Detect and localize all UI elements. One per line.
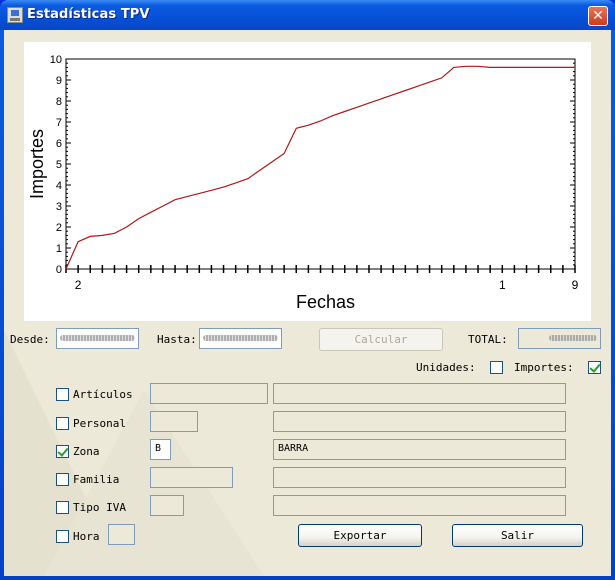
x-tick-label: 9 <box>572 278 579 292</box>
y-tick-label: 4 <box>56 180 62 192</box>
importes-checkbox[interactable] <box>588 361 601 374</box>
hora-checkbox[interactable] <box>56 530 69 543</box>
articulos-checkbox[interactable] <box>56 388 69 401</box>
close-icon: ✕ <box>592 8 604 24</box>
y-axis-label: Importes <box>27 129 47 199</box>
y-tick-label: 1 <box>56 243 62 255</box>
hora-label: Hora <box>73 530 100 543</box>
y-tick-label: 5 <box>56 159 62 171</box>
familia-checkbox[interactable] <box>56 473 69 486</box>
main-window: Estadísticas TPV ✕ 0 1 2 3 4 5 6 7 8 9 10 2 1 9 Fechas… <box>0 0 615 580</box>
total-label: TOTAL: <box>468 333 508 346</box>
window-title: Estadísticas TPV <box>27 7 150 22</box>
tipo-iva-code-field[interactable] <box>150 495 184 516</box>
y-tick-label: 10 <box>50 54 62 66</box>
x-axis-label: Fechas <box>296 292 355 312</box>
close-button[interactable]: ✕ <box>588 6 608 26</box>
app-icon <box>7 7 23 23</box>
y-tick-label: 7 <box>56 117 62 129</box>
client-area: 0 1 2 3 4 5 6 7 8 9 10 2 1 9 Fechas Importes Desde: Has… <box>4 30 611 576</box>
hora-field[interactable] <box>108 524 135 545</box>
y-tick-label: 0 <box>56 264 62 276</box>
redacted-value <box>203 335 278 341</box>
zona-code-field[interactable]: B <box>150 439 171 460</box>
familia-desc-field <box>273 467 566 488</box>
zona-desc-field: BARRA <box>273 439 566 460</box>
zona-checkbox[interactable] <box>56 445 69 458</box>
familia-label: Familia <box>73 473 120 486</box>
y-tick-label: 6 <box>56 138 62 150</box>
personal-label: Personal <box>73 417 126 430</box>
y-tick-label: 2 <box>56 222 62 234</box>
tipo-iva-desc-field <box>273 495 566 516</box>
unidades-label: Unidades: <box>416 361 476 374</box>
desde-date-input[interactable] <box>56 328 139 349</box>
redacted-value <box>549 335 597 341</box>
exportar-button[interactable]: Exportar <box>298 524 422 547</box>
desde-label: Desde: <box>10 333 50 346</box>
zona-label: Zona <box>73 445 100 458</box>
plot-frame <box>65 58 576 270</box>
series-line-0 <box>65 65 575 270</box>
total-field <box>518 328 601 349</box>
calcular-button[interactable]: Calcular <box>319 328 443 351</box>
personal-checkbox[interactable] <box>56 417 69 430</box>
unidades-checkbox[interactable] <box>490 361 503 374</box>
title-bar[interactable]: Estadísticas TPV ✕ <box>0 0 615 30</box>
personal-desc-field <box>273 411 566 432</box>
importes-label: Importes: <box>514 361 574 374</box>
hasta-label: Hasta: <box>157 333 197 346</box>
chart-panel: 0 1 2 3 4 5 6 7 8 9 10 2 1 9 Fechas Importes <box>24 42 591 321</box>
line-chart: 0 1 2 3 4 5 6 7 8 9 10 2 1 9 Fechas Importes <box>27 54 579 312</box>
tipo-iva-label: Tipo IVA <box>73 501 126 514</box>
x-tick-label: 2 <box>75 278 82 292</box>
x-tick-label: 1 <box>499 278 506 292</box>
redacted-value <box>60 335 135 341</box>
y-tick-label: 3 <box>56 201 62 213</box>
y-tick-label: 9 <box>56 75 62 87</box>
salir-button[interactable]: Salir <box>452 524 583 547</box>
hasta-date-input[interactable] <box>199 328 282 349</box>
articulos-desc-field <box>273 383 566 404</box>
familia-code-field[interactable] <box>150 467 233 488</box>
articulos-code-field[interactable] <box>150 383 268 404</box>
articulos-label: Artículos <box>73 388 133 401</box>
y-tick-label: 8 <box>56 96 62 108</box>
personal-code-field[interactable] <box>150 411 198 432</box>
tipo-iva-checkbox[interactable] <box>56 501 69 514</box>
